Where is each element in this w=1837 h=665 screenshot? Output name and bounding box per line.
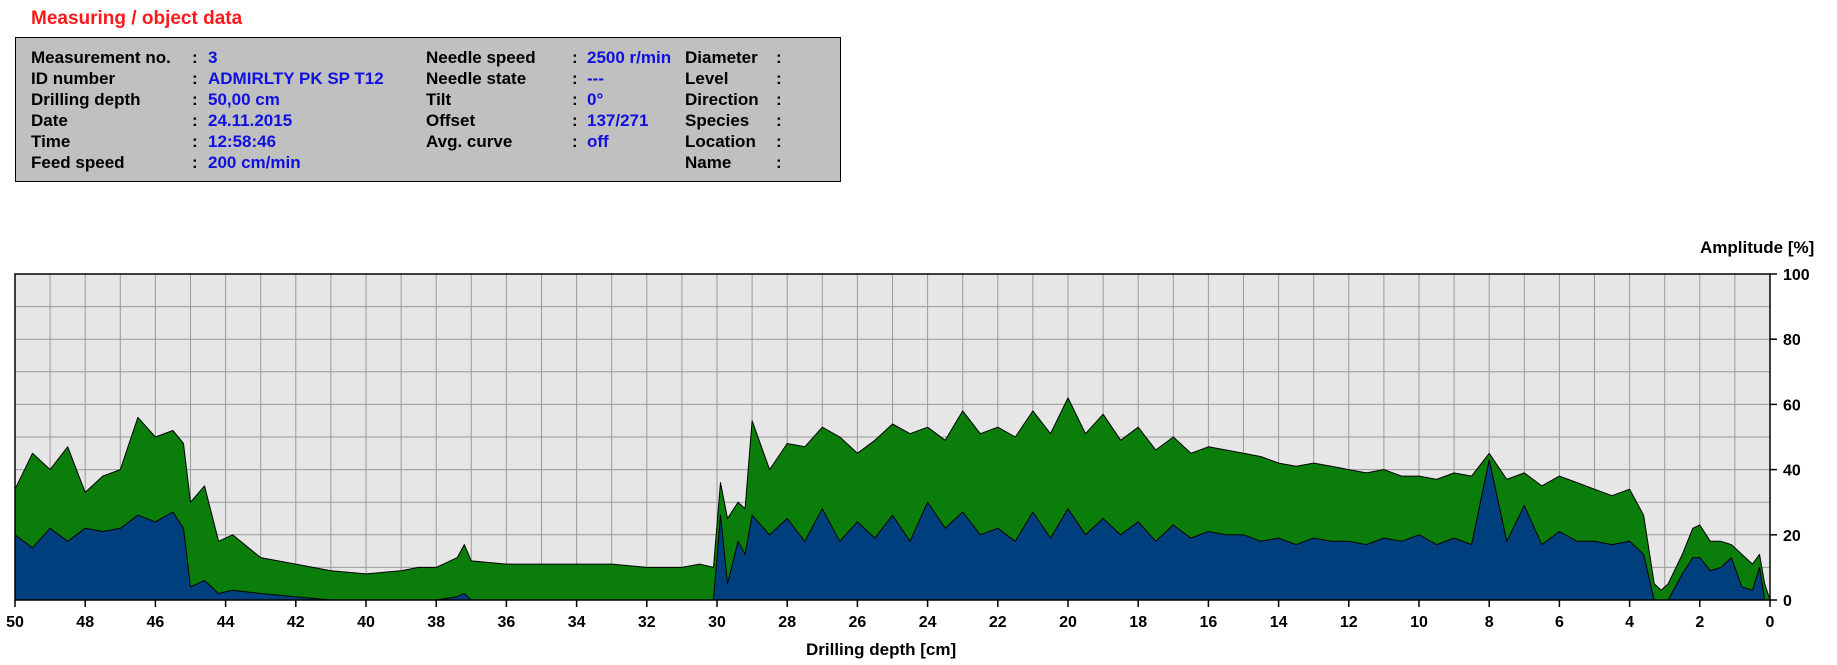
info-value: off: [587, 132, 609, 151]
y-axis-label: Amplitude [%]: [1700, 238, 1815, 257]
x-tick-label: 36: [498, 614, 516, 631]
x-tick-label: 2: [1695, 614, 1704, 631]
info-colon: :: [192, 69, 198, 88]
info-value: ADMIRLTY PK SP T12: [208, 69, 384, 88]
info-colon: :: [192, 153, 198, 172]
y-tick-label: 0: [1783, 593, 1792, 610]
info-label: Offset: [426, 111, 476, 130]
x-tick-label: 22: [989, 614, 1007, 631]
info-colon: :: [776, 48, 782, 67]
x-tick-label: 40: [357, 614, 375, 631]
x-tick-label: 44: [217, 614, 235, 631]
x-tick-label: 10: [1410, 614, 1428, 631]
x-tick-label: 50: [6, 614, 24, 631]
y-tick-label: 20: [1783, 528, 1801, 545]
info-label: Level: [685, 69, 729, 88]
info-label: Time: [31, 132, 71, 151]
y-tick-label: 40: [1783, 463, 1801, 480]
info-colon: :: [192, 48, 198, 67]
info-label: Date: [31, 111, 68, 130]
x-tick-label: 38: [427, 614, 445, 631]
info-value: ---: [587, 69, 604, 88]
x-tick-label: 26: [849, 614, 867, 631]
y-tick-label: 100: [1783, 267, 1810, 284]
x-tick-label: 46: [147, 614, 165, 631]
info-colon: :: [776, 111, 782, 130]
info-colon: :: [776, 90, 782, 109]
x-tick-label: 0: [1766, 614, 1775, 631]
info-value: 2500 r/min: [587, 48, 672, 67]
info-label: Drilling depth: [31, 90, 141, 109]
info-value: 0°: [587, 90, 604, 109]
info-colon: :: [192, 90, 198, 109]
x-tick-label: 16: [1200, 614, 1218, 631]
section-title: Measuring / object data: [31, 8, 243, 29]
info-label: Feed speed: [31, 153, 125, 172]
info-colon: :: [776, 69, 782, 88]
info-label: Direction: [685, 90, 759, 109]
x-tick-label: 30: [708, 614, 726, 631]
info-label: Diameter: [685, 48, 758, 67]
x-tick-label: 28: [778, 614, 796, 631]
info-label: Location: [685, 132, 756, 151]
y-tick-label: 80: [1783, 332, 1801, 349]
info-value: 137/271: [587, 111, 649, 130]
info-colon: :: [572, 90, 578, 109]
info-value: 3: [208, 48, 218, 67]
x-tick-label: 42: [287, 614, 305, 631]
info-label: Needle speed: [426, 48, 536, 67]
info-colon: :: [192, 111, 198, 130]
info-label: Name: [685, 153, 732, 172]
info-colon: :: [776, 132, 782, 151]
info-colon: :: [572, 69, 578, 88]
info-colon: :: [572, 111, 578, 130]
info-label: Tilt: [426, 90, 452, 109]
x-tick-label: 48: [76, 614, 94, 631]
x-tick-label: 32: [638, 614, 656, 631]
x-tick-label: 14: [1270, 614, 1288, 631]
info-label: Avg. curve: [426, 132, 513, 151]
x-tick-label: 6: [1555, 614, 1564, 631]
info-label: Needle state: [426, 69, 527, 88]
info-value: 24.11.2015: [208, 111, 293, 130]
info-colon: :: [572, 48, 578, 67]
info-colon: :: [572, 132, 578, 151]
info-label: Measurement no.: [31, 48, 171, 67]
object-data-panel: Measurement no.:3 ID number: ADMIRLTY PK …: [15, 37, 841, 182]
info-value: 12:58:46: [208, 132, 277, 151]
info-label: ID number: [31, 69, 116, 88]
amplitude-chart: 50 48 46 44 42 40 38 36 34 32 30 28 26 24 22 20 18 16 14 12…: [6, 267, 1810, 631]
x-axis-label: Drilling depth [cm]: [806, 640, 957, 659]
x-tick-label: 8: [1485, 614, 1494, 631]
x-tick-label: 24: [919, 614, 937, 631]
x-tick-label: 4: [1625, 614, 1634, 631]
y-tick-label: 60: [1783, 397, 1801, 414]
info-colon: :: [776, 153, 782, 172]
x-tick-label: 18: [1129, 614, 1147, 631]
info-value: 200 cm/min: [208, 153, 301, 172]
info-colon: :: [192, 132, 198, 151]
x-tick-label: 12: [1340, 614, 1358, 631]
x-tick-label: 34: [568, 614, 586, 631]
info-label: Species: [685, 111, 750, 130]
info-value: 50,00 cm: [208, 90, 280, 109]
x-tick-label: 20: [1059, 614, 1077, 631]
